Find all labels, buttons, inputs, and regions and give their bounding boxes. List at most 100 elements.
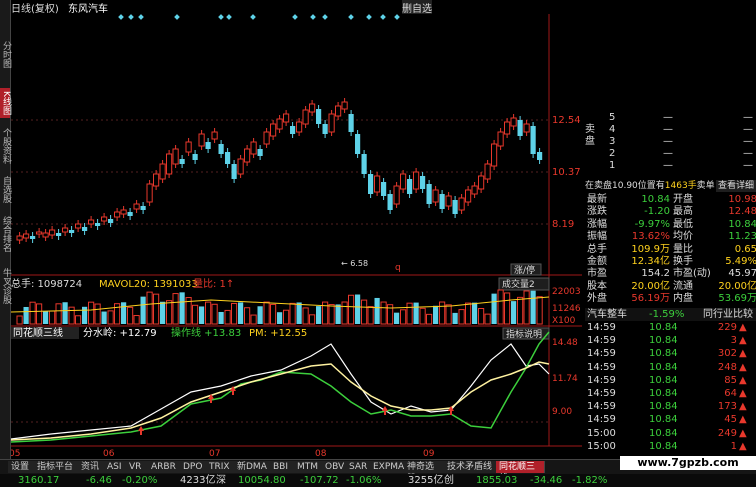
volume-bar [458, 309, 465, 325]
indicator-tab[interactable]: 技术矛盾线 [444, 461, 497, 473]
tab-kline[interactable]: K线图 [0, 88, 11, 118]
volume-indicator-label: 成交量2 [502, 278, 535, 290]
candle [296, 121, 303, 133]
sell-arrow-icon: ▲ [739, 427, 747, 439]
sector-name[interactable]: 汽车整车 [587, 308, 627, 321]
candle [108, 219, 114, 223]
volume-bar [88, 301, 95, 325]
indicator-name[interactable]: 同花顺三线 [13, 326, 63, 339]
peer-compare-button[interactable]: 同行业比较 [703, 308, 753, 321]
order-price-dash: — [663, 124, 673, 135]
indicator-tab[interactable]: EXPMA [370, 461, 405, 473]
indicator-tab[interactable]: 新DMA [234, 461, 271, 473]
candle [257, 149, 263, 156]
volume-bar [146, 291, 153, 325]
trade-row: 14:59 10.84 64 ▲ [585, 388, 756, 400]
order-volume-dash: — [743, 148, 753, 159]
volume-bar [82, 306, 88, 324]
candle [75, 223, 82, 229]
indicator-tab[interactable]: VR [126, 461, 149, 473]
candle [56, 233, 62, 236]
sector-row: 汽车整车 -1.59% 同行业比较 [585, 308, 756, 321]
indicator-tab[interactable]: TRIX [206, 461, 235, 473]
volume-bar [49, 310, 56, 325]
order-volume-dash: — [743, 124, 753, 135]
order-level: 4 [609, 124, 616, 135]
tab-stock-info[interactable]: 个股资料 [0, 124, 11, 168]
candle [537, 152, 543, 160]
indicator-tab[interactable]: 指标平台 [34, 461, 79, 473]
volume-bar [433, 305, 439, 324]
quote-field-label: 量比 [673, 243, 693, 255]
indicator-help-label: 指标说明 [506, 328, 542, 340]
volume-bar [361, 299, 368, 325]
volume-bar [43, 311, 49, 324]
quote-field-label: 换手 [673, 256, 693, 267]
trade-row: 14:59 10.84 3 ▲ [585, 335, 756, 347]
candle [95, 223, 101, 226]
view-detail-button[interactable]: 查看详细 [716, 180, 756, 192]
sh-index-pct: -0.20% [122, 475, 158, 486]
quote-field-value: 10.84 [641, 194, 670, 205]
tab-ranking[interactable]: 综合排名 [0, 212, 11, 256]
quote-row: 金额 12.34亿 换手 5.49% [585, 256, 756, 268]
indicator-tab[interactable]: MTM [294, 461, 323, 473]
trade-volume: 229 [717, 322, 737, 333]
volume-bar [348, 294, 355, 325]
sz-index-change: -107.72 [300, 475, 339, 486]
candle [491, 143, 498, 167]
volume-bar [62, 302, 68, 324]
indicator-tab[interactable]: ASI [104, 461, 127, 473]
candle [452, 200, 458, 214]
quote-field-label: 总手 [587, 243, 607, 255]
trade-volume: 249 [717, 427, 737, 439]
indicator-tab[interactable]: BBI [270, 461, 295, 473]
trade-volume: 45 [724, 414, 737, 426]
volume-bar [205, 301, 212, 325]
event-markers[interactable] [118, 14, 400, 20]
trade-time: 14:59 [587, 348, 616, 360]
sell-arrow-icon: ▲ [739, 322, 747, 333]
quote-field-label: 振幅 [587, 231, 607, 243]
candle [270, 123, 277, 137]
sell-arrow-icon: ▲ [739, 440, 747, 452]
trade-volume: 1 [730, 440, 737, 452]
indicator-tab[interactable]: DPO [180, 461, 207, 473]
indicator-tab[interactable]: 设置 [8, 461, 35, 473]
indicator-tab[interactable]: SAR [346, 461, 371, 473]
quote-field-value: 53.69万 [718, 293, 756, 305]
tab-watchlist[interactable]: 自选股 [0, 174, 11, 204]
order-level: 2 [609, 148, 616, 159]
trade-price: 10.84 [649, 388, 678, 399]
tab-fenshi[interactable]: 分时图 [0, 40, 11, 68]
trade-price: 10.84 [649, 414, 678, 426]
candle [69, 230, 75, 233]
kline-chart-area[interactable]: 12.54 10.37 8.19 ← 6.58 q 涨/停 总手: 109872… [11, 14, 582, 458]
quote-field-value: 10.98 [728, 194, 756, 205]
indicator-line-pm [11, 361, 550, 441]
buy-signal-arrows [138, 386, 454, 435]
candle [225, 152, 231, 164]
indicator-tab[interactable]: 神奇选股 [404, 461, 445, 484]
trade-price: 10.84 [649, 361, 678, 373]
q-marker: q [395, 263, 401, 273]
indicator-tab[interactable]: OBV [322, 461, 347, 473]
volume-bar [283, 309, 290, 325]
volume-bar [55, 303, 62, 325]
quote-row: 市盈 154.2 市盈(动) 45.97 [585, 268, 756, 280]
trade-volume: 302 [717, 348, 737, 360]
candle [179, 159, 185, 164]
volume-bar [23, 306, 29, 324]
order-price-dash: — [663, 160, 673, 171]
volume-bar [166, 300, 173, 325]
volume-bar [244, 307, 251, 325]
remove-watchlist-button[interactable]: 删自选 [402, 0, 432, 15]
volume-bar [413, 302, 419, 324]
indicator-tab[interactable]: 同花顺三线 [496, 461, 545, 484]
trade-price: 10.84 [649, 440, 678, 452]
indicator-tab[interactable]: 资讯 [78, 461, 105, 473]
sell-arrow-icon: ▲ [739, 401, 747, 413]
sell-arrow-icon: ▲ [739, 335, 747, 347]
tab-diagnosis[interactable]: 牛叉诊股 [0, 264, 11, 308]
indicator-tab[interactable]: ARBR [148, 461, 181, 473]
